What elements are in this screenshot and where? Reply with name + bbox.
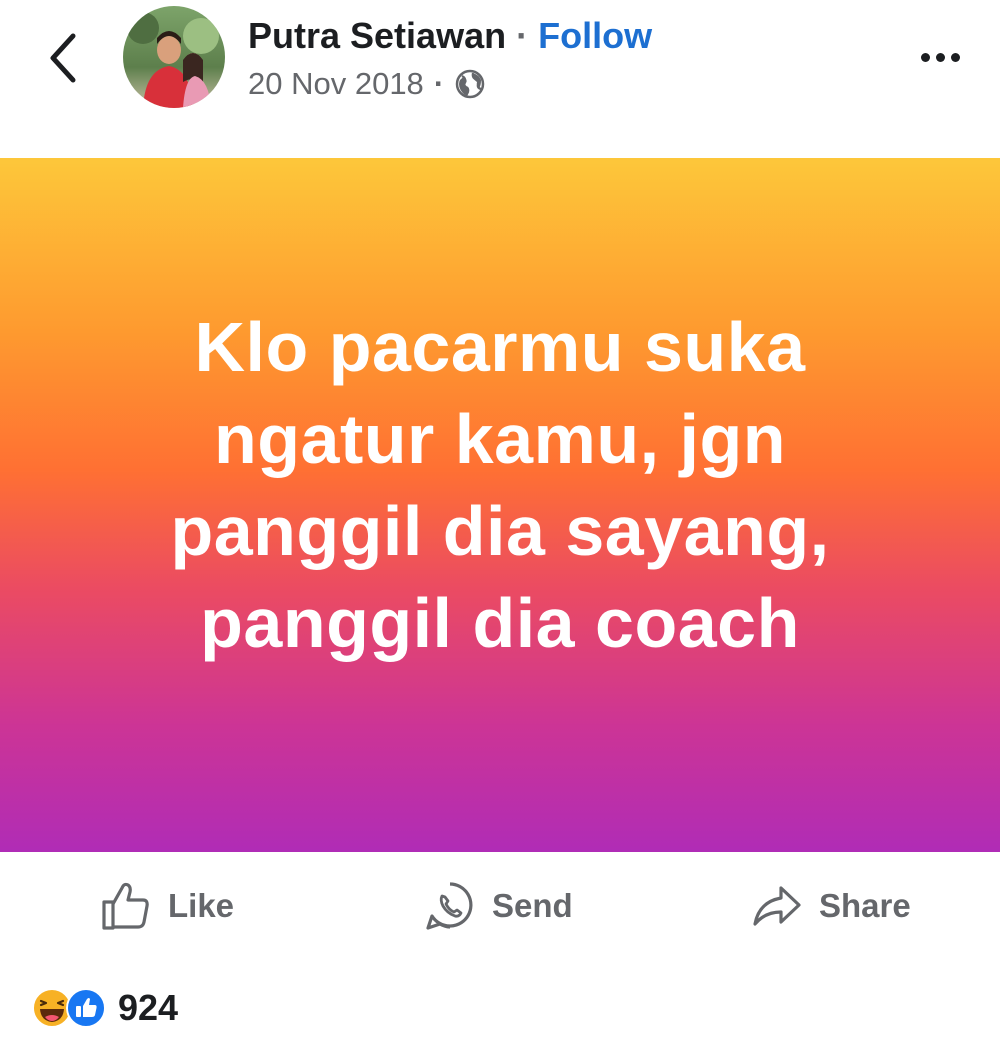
globe-icon: [455, 69, 485, 99]
avatar-photo: [123, 6, 225, 108]
reaction-count[interactable]: 924: [118, 987, 178, 1029]
post-text: Klo pacarmu suka ngatur kamu, jgn panggi…: [170, 308, 830, 662]
like-reaction-icon: [66, 988, 106, 1028]
author-name[interactable]: Putra Setiawan: [248, 15, 506, 56]
author-row: Putra Setiawan · Follow: [248, 14, 652, 58]
send-label: Send: [492, 887, 573, 924]
post-background[interactable]: Klo pacarmu suka ngatur kamu, jgn panggi…: [0, 158, 1000, 852]
more-options-button[interactable]: [910, 40, 970, 74]
thumbs-up-icon: [102, 882, 149, 930]
messenger-send-icon: [426, 882, 473, 930]
like-button[interactable]: Like: [100, 876, 234, 936]
share-arrow-icon: [753, 886, 801, 926]
like-label: Like: [168, 887, 235, 924]
chevron-left-icon: [50, 33, 76, 83]
more-dot: [920, 52, 930, 62]
name-separator: ·: [516, 15, 529, 56]
more-dot: [950, 52, 960, 62]
post-header: Putra Setiawan · Follow 20 Nov 2018 ·: [0, 0, 1000, 158]
share-label: Share: [819, 887, 911, 924]
reactions-summary[interactable]: 924: [32, 986, 178, 1030]
post-meta: 20 Nov 2018 ·: [248, 64, 486, 104]
back-button[interactable]: [40, 30, 84, 86]
action-bar: Like Send Share: [0, 852, 1000, 962]
more-dot: [935, 52, 945, 62]
meta-separator: ·: [433, 66, 445, 101]
send-button[interactable]: Send: [424, 876, 573, 936]
post-date[interactable]: 20 Nov 2018: [248, 64, 424, 104]
avatar[interactable]: [123, 6, 225, 108]
follow-button[interactable]: Follow: [538, 15, 652, 56]
share-button[interactable]: Share: [751, 876, 911, 936]
